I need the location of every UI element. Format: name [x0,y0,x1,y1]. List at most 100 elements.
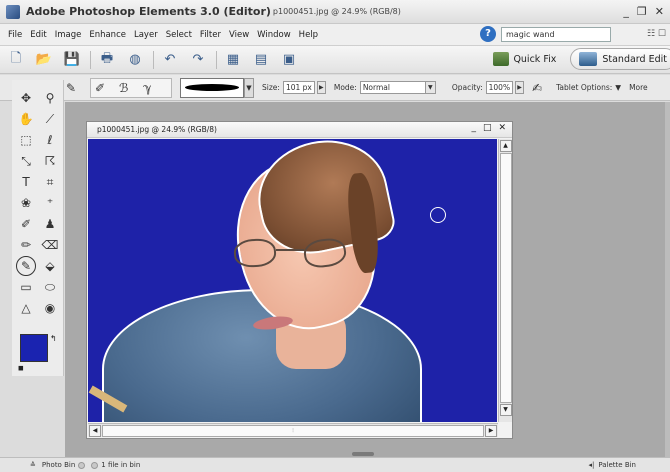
menu-file[interactable]: File [4,30,26,40]
app-title: Adobe Photoshop Elements 3.0 (Editor) [26,5,271,18]
size-slider-arrow[interactable]: ▶ [316,81,326,94]
tablet-options-label[interactable]: Tablet Options: [556,83,612,92]
palette-bin-label[interactable]: Palette Bin [598,461,636,469]
menu-edit[interactable]: Edit [26,30,50,40]
palette-bin-arrow-icon[interactable]: ◂| [588,461,594,469]
size-field[interactable]: 101 px [282,81,315,94]
brush-tool-icon[interactable]: ✎ [16,256,36,276]
save-icon[interactable]: 💾 [62,50,82,70]
paint-bucket-tool-icon[interactable]: ⬙ [40,256,60,276]
quick-fix-label: Quick Fix [513,53,557,65]
default-colors-icon[interactable]: ◼ [18,364,24,372]
doc-close-button[interactable]: ✕ [498,123,506,133]
menu-window[interactable]: Window [253,30,295,40]
blur-tool-icon[interactable]: △ [16,298,36,318]
chevron-down-icon: ▼ [424,82,435,93]
organizer-icon[interactable]: ▦ [223,50,243,70]
image-canvas[interactable] [88,139,497,422]
selection-brush-tool-icon[interactable]: ☈ [40,151,60,171]
brush-preset-picker[interactable] [180,77,244,98]
clone-stamp-tool-icon[interactable]: ♟ [40,214,60,234]
help-icon[interactable]: ? [480,26,496,42]
photo-bin-label[interactable]: Photo Bin [42,461,75,469]
palette-toggle-icon[interactable]: ☷ ☐ [647,29,666,39]
brush-preset-dropdown[interactable]: ▼ [244,77,254,98]
scroll-down-icon[interactable]: ▼ [499,404,512,416]
eraser-tool-icon[interactable]: ⌫ [40,235,60,255]
photo-glasses-bridge [276,249,304,251]
scroll-up-icon[interactable]: ▲ [499,140,512,152]
opacity-field[interactable]: 100% [485,81,514,94]
eyedropper-tool-icon[interactable]: ⟋ [40,109,60,129]
opacity-slider-arrow[interactable]: ▶ [515,81,525,94]
doc-restore-button[interactable]: □ [483,123,492,133]
create-icon[interactable]: ▣ [279,50,299,70]
red-eye-tool-icon[interactable]: ⁺ [40,193,60,213]
online-services-icon[interactable]: ◍ [125,50,145,70]
scroll-right-icon[interactable]: ▶ [485,424,497,437]
menu-image[interactable]: Image [51,30,86,40]
move-tool-icon[interactable]: ✥ [16,88,36,108]
airbrush-icon[interactable]: ℽ [143,81,161,95]
impressionist-brush-icon[interactable]: ℬ [119,81,137,95]
quick-fix-button[interactable]: Quick Fix [479,48,570,70]
swap-colors-icon[interactable]: ↰ [50,334,57,343]
open-folder-icon[interactable]: 📂 [34,50,54,70]
healing-brush-tool-icon[interactable]: ✐ [16,214,36,234]
photo-bin-toggle-icon[interactable]: ≙ [30,461,36,469]
menu-view[interactable]: View [225,30,253,40]
undo-icon[interactable]: ↶ [160,50,180,70]
horizontal-scroll-thumb[interactable]: ⦙ [102,424,484,437]
hand-tool-icon[interactable]: ✋ [16,109,36,129]
shortcuts-bar: 🗋 📂 💾 🖶 ◍ ↶ ↷ ▦ ▤ ▣ Quick Fix Standard E… [0,46,670,74]
sponge-tool-icon[interactable]: ◉ [40,298,60,318]
brush-dynamics-icon[interactable]: ✍ [532,81,550,95]
new-file-icon[interactable]: 🗋 [6,50,26,70]
gradient-tool-icon[interactable]: ▭ [16,277,36,297]
redo-icon[interactable]: ↷ [188,50,208,70]
menu-help[interactable]: Help [295,30,322,40]
next-photo-icon[interactable] [91,461,99,469]
brush-cursor [430,207,446,223]
lasso-tool-icon[interactable]: ℓ [40,130,60,150]
restore-button[interactable]: ❐ [637,5,647,18]
foreground-color-swatch[interactable] [20,334,48,362]
minimize-button[interactable]: _ [623,5,629,18]
magic-wand-tool-icon[interactable]: ⤡ [16,151,36,171]
cookie-cutter-tool-icon[interactable]: ❀ [16,193,36,213]
brush-icon[interactable]: ✐ [95,81,113,95]
zoom-tool-icon[interactable]: ⚲ [40,88,60,108]
prev-photo-icon[interactable] [78,461,86,469]
document-window[interactable]: p1000451.jpg @ 24.9% (RGB/8) _ □ ✕ ▲ ▼ ◀… [86,121,513,439]
photo-browser-icon[interactable]: ▤ [251,50,271,70]
horizontal-scrollbar[interactable]: ◀ ⦙ ▶ [88,423,498,437]
window-doc-title: p1000451.jpg @ 24.9% (RGB/8) [272,7,401,16]
pencil-tool-icon[interactable]: ✏ [16,235,36,255]
shape-tool-icon[interactable]: ⬭ [40,277,60,297]
menu-layer[interactable]: Layer [130,30,162,40]
photo-bin-splitter[interactable] [352,452,374,456]
help-search-input[interactable] [501,26,611,42]
menu-filter[interactable]: Filter [196,30,225,40]
standard-edit-icon [579,52,598,66]
type-tool-icon[interactable]: T [16,172,36,192]
mode-select[interactable]: Normal ▼ [359,81,436,94]
print-icon[interactable]: 🖶 [97,50,117,70]
crop-tool-icon[interactable]: ⌗ [40,172,60,192]
more-options-button[interactable]: More [629,83,648,92]
scroll-left-icon[interactable]: ◀ [89,424,101,437]
mode-select-value: Normal [362,83,390,92]
app-icon [6,4,20,19]
menu-select[interactable]: Select [162,30,196,40]
vertical-scrollbar[interactable]: ▲ ▼ [498,139,512,422]
document-titlebar[interactable]: p1000451.jpg @ 24.9% (RGB/8) _ □ ✕ [87,122,512,138]
mode-label: Mode: [333,83,357,92]
opacity-label: Opacity: [451,83,483,92]
doc-minimize-button[interactable]: _ [471,123,476,133]
chevron-down-icon[interactable]: ▼ [615,83,621,92]
standard-edit-button[interactable]: Standard Edit [570,48,670,70]
close-button[interactable]: ✕ [655,5,664,18]
marquee-tool-icon[interactable]: ⬚ [16,130,36,150]
vertical-scroll-thumb[interactable] [499,153,512,403]
menu-enhance[interactable]: Enhance [85,30,130,40]
